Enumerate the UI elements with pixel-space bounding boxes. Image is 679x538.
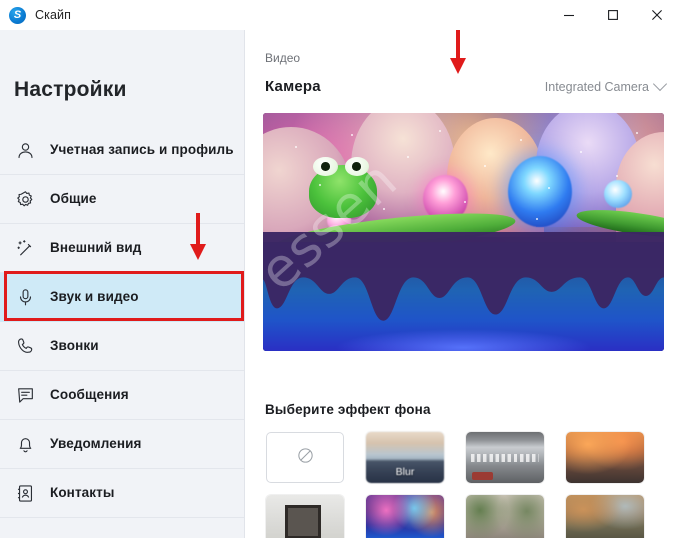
camera-select[interactable]: Integrated Camera	[544, 76, 668, 94]
preview-sparkles	[263, 113, 664, 351]
sidebar-item-appearance[interactable]: Внешний вид	[0, 224, 244, 273]
settings-sidebar: Настройки Учетная запись и профиль Общие…	[0, 30, 245, 538]
background-effect-grid: Blur	[266, 432, 666, 538]
background-option-none[interactable]	[266, 432, 344, 483]
audio-video-settings-panel: Видео Камера Integrated Camera essen Выб…	[246, 30, 679, 538]
maximize-button[interactable]	[591, 0, 635, 30]
skype-settings-window: S Скайп Настройки Учетная запись и профи…	[0, 0, 679, 538]
sidebar-item-general[interactable]: Общие	[0, 175, 244, 224]
sidebar-item-messaging[interactable]: Сообщения	[0, 371, 244, 420]
person-icon	[14, 139, 36, 161]
page-title: Настройки	[14, 78, 127, 101]
background-option-christmas-tree[interactable]	[466, 495, 544, 538]
chat-icon	[14, 384, 36, 406]
close-button[interactable]	[635, 0, 679, 30]
background-option-office[interactable]	[466, 432, 544, 483]
microphone-icon	[14, 286, 36, 308]
video-section-label: Видео	[265, 51, 301, 65]
sidebar-item-label: Контакты	[50, 484, 115, 500]
background-option-neon-candy[interactable]	[366, 495, 444, 538]
sidebar-item-label: Общие	[50, 190, 97, 206]
app-title: Скайп	[35, 8, 71, 22]
sidebar-item-label: Учетная запись и профиль	[50, 141, 234, 157]
gear-icon	[14, 188, 36, 210]
sidebar-item-label: Звонки	[50, 337, 99, 353]
background-option-room-mirror[interactable]	[266, 495, 344, 538]
phone-icon	[14, 335, 36, 357]
chevron-down-icon	[652, 76, 668, 92]
sidebar-item-account[interactable]: Учетная запись и профиль	[0, 126, 244, 175]
contacts-icon	[14, 482, 36, 504]
background-option-blur[interactable]: Blur	[366, 432, 444, 483]
background-option-autumn-street[interactable]	[566, 432, 644, 483]
background-option-label: Blur	[395, 466, 415, 478]
background-effect-title: Выберите эффект фона	[265, 402, 431, 417]
no-effect-icon	[296, 446, 315, 470]
sidebar-item-audio-video[interactable]: Звук и видео	[0, 273, 244, 322]
sidebar-item-label: Уведомления	[50, 435, 142, 451]
camera-select-value: Integrated Camera	[544, 80, 649, 94]
bell-icon	[14, 433, 36, 455]
window-controls	[547, 0, 679, 30]
sidebar-item-contacts[interactable]: Контакты	[0, 469, 244, 518]
title-bar: S Скайп	[0, 0, 679, 30]
sidebar-item-calls[interactable]: Звонки	[0, 322, 244, 371]
settings-nav-list: Учетная запись и профиль Общие Внешний в…	[0, 126, 244, 518]
magic-wand-icon	[14, 237, 36, 259]
title-bar-left: S Скайп	[0, 0, 71, 30]
camera-label: Камера	[265, 78, 321, 95]
background-option-garden-wall[interactable]	[566, 495, 644, 538]
sidebar-item-label: Внешний вид	[50, 239, 142, 255]
sidebar-item-label: Звук и видео	[50, 288, 139, 304]
minimize-button[interactable]	[547, 0, 591, 30]
skype-logo-icon: S	[9, 6, 26, 24]
camera-row: Камера Integrated Camera	[265, 76, 668, 95]
camera-preview: essen	[263, 113, 664, 351]
sidebar-item-label: Сообщения	[50, 386, 129, 402]
sidebar-item-notifications[interactable]: Уведомления	[0, 420, 244, 469]
